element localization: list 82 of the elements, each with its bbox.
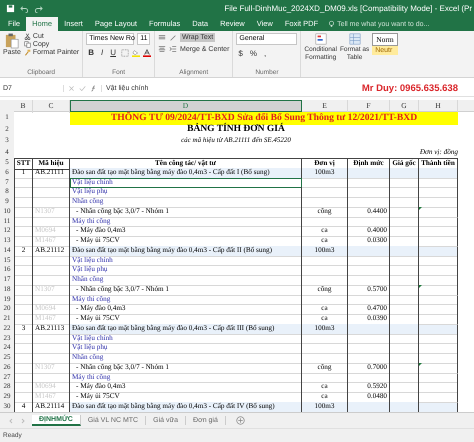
sheet-heading: BẢNG TÍNH ĐƠN GIÁ bbox=[186, 124, 286, 136]
indent-icon[interactable] bbox=[169, 45, 177, 53]
italic-button[interactable]: I bbox=[98, 48, 106, 57]
comma-button[interactable]: , bbox=[262, 49, 268, 58]
save-icon[interactable] bbox=[6, 4, 15, 12]
empty-cell bbox=[302, 216, 348, 228]
add-sheet-icon[interactable] bbox=[236, 416, 245, 425]
empty-cell bbox=[419, 187, 458, 198]
empty-cell bbox=[348, 265, 390, 276]
empty-cell bbox=[390, 353, 419, 364]
empty-cell bbox=[419, 343, 458, 354]
empty-cell bbox=[348, 256, 390, 266]
empty-cell bbox=[348, 187, 390, 198]
empty-cell bbox=[33, 256, 70, 266]
empty-cell bbox=[302, 197, 348, 208]
align-center-icon[interactable] bbox=[158, 45, 166, 53]
empty-cell bbox=[390, 343, 419, 354]
empty-cell bbox=[348, 216, 390, 228]
empty-cell bbox=[348, 294, 390, 306]
empty-cell bbox=[33, 178, 70, 188]
empty-cell bbox=[348, 372, 390, 384]
brush-icon bbox=[24, 49, 31, 56]
empty-cell bbox=[33, 275, 70, 286]
empty-cell bbox=[348, 197, 390, 208]
empty-cell bbox=[33, 343, 70, 354]
empty-cell bbox=[33, 197, 70, 208]
fill-color-icon[interactable] bbox=[132, 48, 140, 56]
empty-cell bbox=[390, 187, 419, 198]
empty-cell bbox=[302, 353, 348, 364]
font-color-icon[interactable] bbox=[143, 48, 151, 56]
percent-button[interactable]: % bbox=[248, 49, 259, 58]
empty-cell bbox=[302, 294, 348, 306]
bold-button[interactable]: B bbox=[86, 48, 96, 57]
empty-cell bbox=[419, 265, 458, 276]
phone-label: Mr Duy: 0965.635.638 bbox=[362, 83, 459, 94]
empty-cell bbox=[302, 256, 348, 266]
empty-cell bbox=[390, 178, 419, 188]
empty-cell bbox=[302, 275, 348, 286]
empty-cell bbox=[33, 334, 70, 344]
redo-icon[interactable] bbox=[34, 4, 43, 12]
empty-cell bbox=[419, 256, 458, 266]
scissors-icon bbox=[24, 33, 31, 40]
empty-cell bbox=[348, 353, 390, 364]
empty-cell bbox=[33, 294, 70, 306]
empty-cell bbox=[419, 334, 458, 344]
empty-cell bbox=[302, 187, 348, 198]
orientation-icon[interactable] bbox=[169, 34, 177, 42]
empty-cell bbox=[302, 343, 348, 354]
error-indicator-icon bbox=[419, 362, 422, 366]
error-indicator-icon bbox=[419, 206, 422, 210]
empty-cell bbox=[33, 372, 70, 384]
empty-cell bbox=[33, 216, 70, 228]
empty-cell bbox=[348, 178, 390, 188]
sheet-title: THÔNG TƯ 09/2024/TT-BXD Sửa đổi Bổ Sung Thông tư 12/2021/TT-BXD bbox=[70, 112, 458, 124]
empty-cell bbox=[302, 334, 348, 344]
empty-cell bbox=[390, 265, 419, 276]
currency-button[interactable]: $ bbox=[236, 49, 245, 58]
error-indicator-icon bbox=[419, 284, 422, 288]
undo-icon[interactable] bbox=[20, 4, 29, 12]
empty-cell bbox=[390, 334, 419, 344]
empty-cell bbox=[302, 178, 348, 188]
empty-cell bbox=[348, 334, 390, 344]
align-top-icon[interactable] bbox=[158, 34, 166, 42]
empty-cell bbox=[33, 265, 70, 276]
copy-icon bbox=[24, 41, 31, 48]
empty-cell bbox=[302, 372, 348, 384]
empty-cell bbox=[390, 197, 419, 208]
window-title: File Full-DinhMuc_2024XD_DM09.xls [Compatibility Mode] - Excel (Pr bbox=[224, 4, 473, 12]
empty-cell bbox=[348, 275, 390, 286]
empty-cell bbox=[33, 187, 70, 198]
empty-cell bbox=[419, 178, 458, 188]
function-icon[interactable] bbox=[90, 85, 97, 92]
empty-cell bbox=[302, 265, 348, 276]
lightbulb-icon bbox=[328, 20, 336, 28]
empty-cell bbox=[348, 343, 390, 354]
empty-cell bbox=[390, 275, 419, 286]
check-icon[interactable] bbox=[79, 85, 86, 92]
underline-button[interactable]: U bbox=[108, 48, 118, 57]
border-icon[interactable] bbox=[121, 48, 129, 56]
empty-cell bbox=[33, 353, 70, 364]
table-icon bbox=[348, 33, 361, 45]
empty-cell bbox=[390, 256, 419, 266]
